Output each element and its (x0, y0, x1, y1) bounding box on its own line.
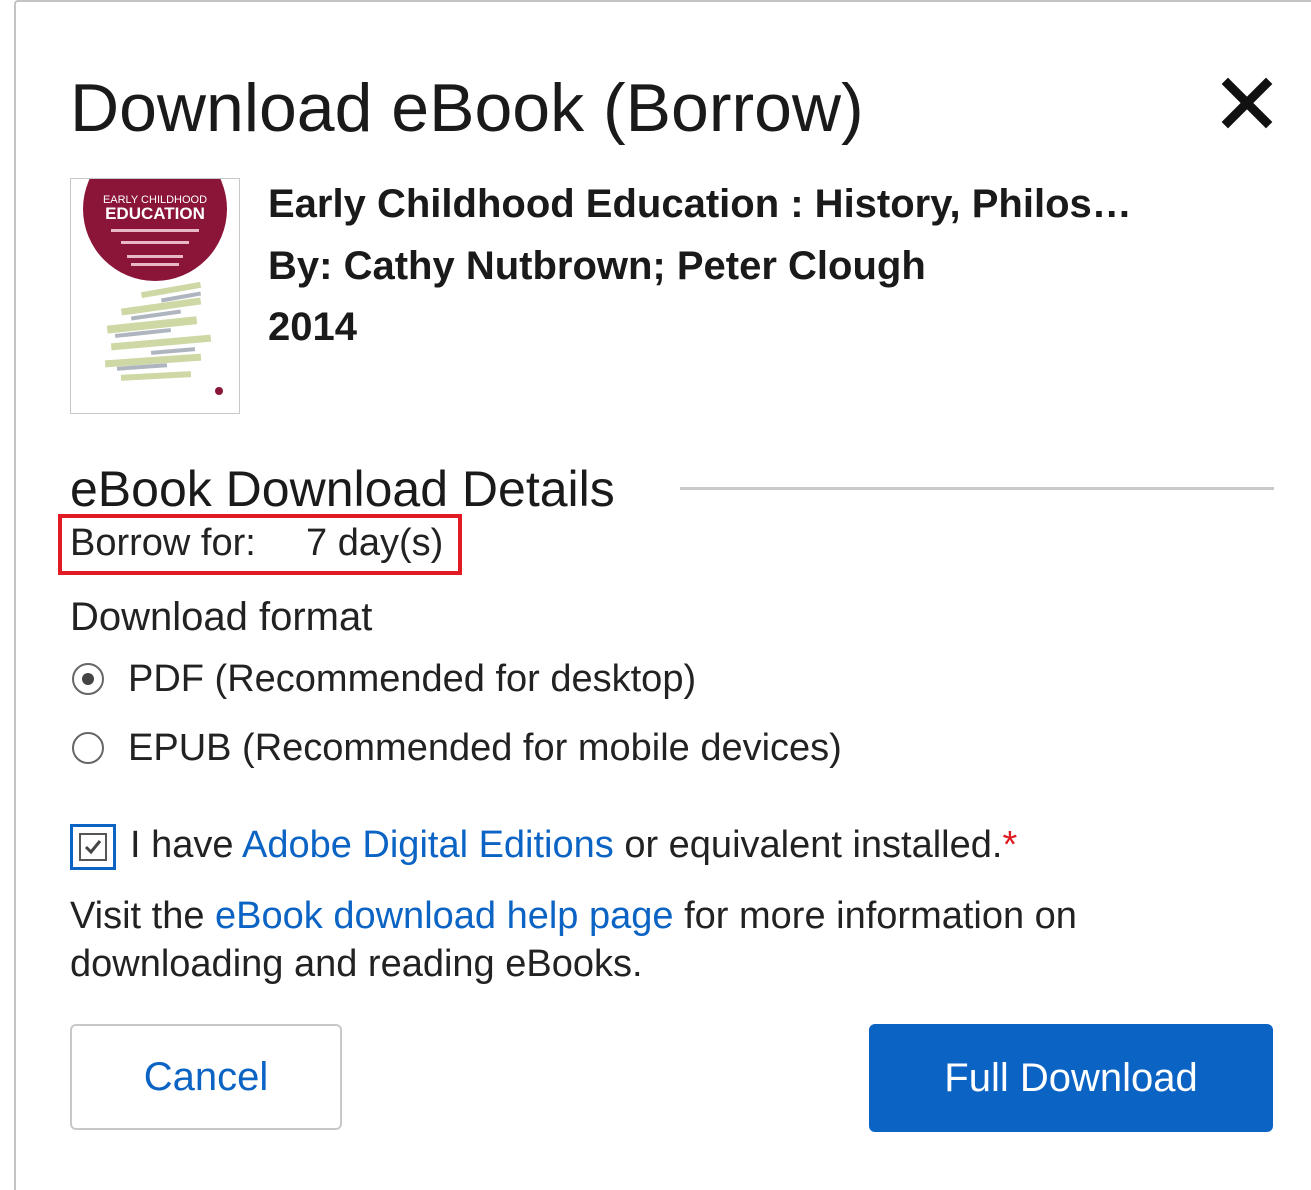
required-asterisk: * (1002, 824, 1018, 866)
borrow-label: Borrow for: (70, 522, 256, 564)
book-year: 2014 (268, 305, 357, 349)
book-cover-image: EARLY CHILDHOOD EDUCATION (71, 179, 239, 413)
format-option-label: EPUB (Recommended for mobile devices) (128, 727, 842, 769)
section-heading: eBook Download Details (70, 461, 615, 517)
cancel-button[interactable]: Cancel (70, 1024, 342, 1130)
full-download-button[interactable]: Full Download (869, 1024, 1273, 1132)
format-option-pdf[interactable]: PDF (Recommended for desktop) (70, 656, 770, 706)
ebook-help-link[interactable]: eBook download help page (215, 895, 674, 937)
format-option-label: PDF (Recommended for desktop) (128, 658, 697, 700)
radio-epub[interactable] (72, 732, 104, 764)
checkbox-box (79, 833, 107, 861)
ade-suffix: or equivalent installed. (613, 824, 1003, 866)
download-dialog: Download eBook (Borrow) EARLY CHILDHOOD … (14, 0, 1311, 1190)
adobe-digital-editions-link[interactable]: Adobe Digital Editions (242, 824, 614, 866)
close-button[interactable] (1216, 72, 1278, 134)
cover-line-2: EDUCATION (105, 204, 205, 223)
book-cover: EARLY CHILDHOOD EDUCATION (70, 178, 240, 414)
radio-pdf[interactable] (72, 663, 104, 695)
radio-selected-dot (82, 673, 94, 685)
book-title: Early Childhood Education : History, Phi… (268, 182, 1132, 226)
book-author: By: Cathy Nutbrown; Peter Clough (268, 244, 926, 288)
format-label: Download format (70, 595, 373, 639)
dialog-title: Download eBook (Borrow) (70, 70, 864, 146)
help-prefix: Visit the (70, 895, 216, 937)
close-icon (1221, 77, 1273, 129)
ade-prefix: I have (130, 824, 242, 866)
section-divider (680, 487, 1274, 490)
checkmark-icon (84, 840, 102, 855)
format-option-epub[interactable]: EPUB (Recommended for mobile devices) (70, 725, 930, 775)
borrow-value: 7 day(s) (306, 522, 444, 564)
ade-checkbox[interactable] (70, 824, 116, 870)
ade-confirmation-text: I have Adobe Digital Editions or equival… (130, 822, 1017, 868)
help-text: Visit the eBook download help page for m… (70, 892, 1220, 988)
